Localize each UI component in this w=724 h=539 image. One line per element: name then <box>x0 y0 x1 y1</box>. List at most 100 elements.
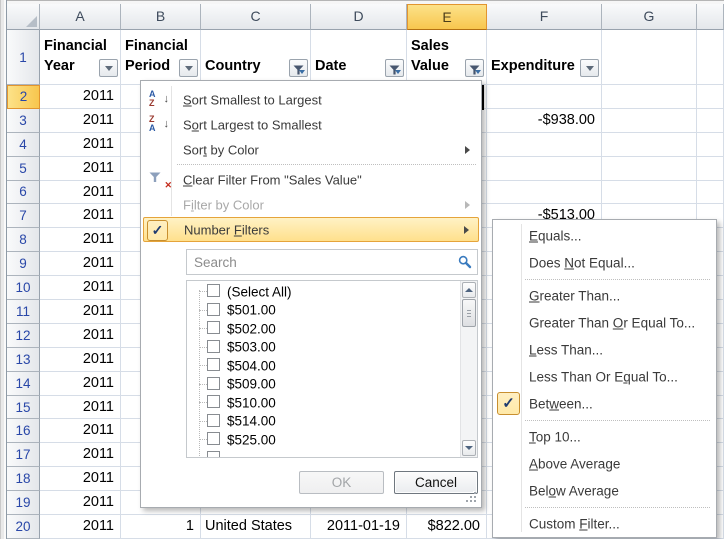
header-cell-g[interactable] <box>602 30 697 85</box>
filter-funnel-button[interactable] <box>385 59 404 77</box>
checkbox-icon[interactable] <box>207 358 220 371</box>
submenu-item-equals[interactable]: Equals... <box>495 222 714 249</box>
filter-dropdown-button[interactable] <box>580 59 599 77</box>
cell-D20[interactable]: 2011-01-19 <box>311 515 407 539</box>
cell-A16[interactable]: 2011 <box>40 419 121 443</box>
cell-F6[interactable] <box>487 181 602 205</box>
filter-dropdown-button[interactable] <box>179 59 198 77</box>
checkbox-icon[interactable] <box>207 321 220 334</box>
row-header-7[interactable]: 7 <box>7 204 40 228</box>
cell-A5[interactable]: 2011 <box>40 157 121 181</box>
header-cell-e[interactable]: SalesValue <box>407 30 487 85</box>
cell-A20[interactable]: 2011 <box>40 515 121 539</box>
cell-A3[interactable]: 2011 <box>40 109 121 133</box>
cell-A15[interactable]: 2011 <box>40 396 121 420</box>
cell-A17[interactable]: 2011 <box>40 443 121 467</box>
submenu-item-top-10[interactable]: Top 10... <box>495 423 714 450</box>
list-item-509-00[interactable]: $509.00 <box>187 375 460 394</box>
submenu-item-less-than-or-equal-to[interactable]: Less Than Or Equal To... <box>495 363 714 390</box>
cell-A9[interactable]: 2011 <box>40 252 121 276</box>
checkbox-icon[interactable] <box>207 303 220 316</box>
cell-G6[interactable] <box>602 181 697 205</box>
list-item-510-00[interactable]: $510.00 <box>187 393 460 412</box>
scrollbar-down-button[interactable] <box>462 440 476 456</box>
list-item-514-00[interactable]: $514.00 <box>187 412 460 431</box>
list-item-504-00[interactable]: $504.00 <box>187 356 460 375</box>
cell-A4[interactable]: 2011 <box>40 133 121 157</box>
cell-A8[interactable]: 2011 <box>40 228 121 252</box>
header-cell-a[interactable]: FinancialYear <box>40 30 121 85</box>
row-header-19[interactable]: 19 <box>7 491 40 515</box>
resize-grip-icon[interactable] <box>466 492 478 504</box>
row-header-16[interactable]: 16 <box>7 419 40 443</box>
column-header-e[interactable]: E <box>407 4 487 30</box>
list-item-502-00[interactable]: $502.00 <box>187 319 460 338</box>
checkbox-icon[interactable] <box>207 395 220 408</box>
column-header-g[interactable]: G <box>602 4 697 30</box>
row-header-10[interactable]: 10 <box>7 276 40 300</box>
row-header-18[interactable]: 18 <box>7 467 40 491</box>
list-item-501-00[interactable]: $501.00 <box>187 301 460 320</box>
cell-G3[interactable] <box>602 109 697 133</box>
column-header-partial[interactable] <box>697 4 724 30</box>
header-cell-h[interactable] <box>697 30 724 85</box>
filter-funnel-button[interactable] <box>289 59 308 77</box>
cell-A11[interactable]: 2011 <box>40 300 121 324</box>
row-header-4[interactable]: 4 <box>7 133 40 157</box>
row-header-1[interactable]: 1 <box>7 30 40 85</box>
list-item-525-00[interactable]: $525.00 <box>187 430 460 449</box>
row-header-3[interactable]: 3 <box>7 109 40 133</box>
column-header-d[interactable]: D <box>311 4 407 30</box>
header-cell-b[interactable]: FinancialPeriod <box>121 30 201 85</box>
scrollbar-thumb[interactable] <box>462 299 476 327</box>
column-header-f[interactable]: F <box>487 4 602 30</box>
menu-item-sort-largest-to-smallest[interactable]: ZA↓Sort Largest to Smallest <box>143 112 479 137</box>
cell-H4[interactable] <box>697 133 724 157</box>
select-all-corner[interactable] <box>7 4 40 30</box>
column-header-c[interactable]: C <box>201 4 311 30</box>
cell-C20[interactable]: United States <box>201 515 311 539</box>
cell-A19[interactable]: 2011 <box>40 491 121 515</box>
column-header-a[interactable]: A <box>40 4 121 30</box>
cell-F5[interactable] <box>487 157 602 181</box>
cell-A13[interactable]: 2011 <box>40 348 121 372</box>
cell-H5[interactable] <box>697 157 724 181</box>
cell-H6[interactable] <box>697 181 724 205</box>
submenu-item-custom-filter[interactable]: Custom Filter... <box>495 510 714 537</box>
cell-F2[interactable] <box>487 85 602 109</box>
cell-G4[interactable] <box>602 133 697 157</box>
row-header-14[interactable]: 14 <box>7 372 40 396</box>
filter-dropdown-button[interactable] <box>99 59 118 77</box>
scrollbar[interactable] <box>460 281 477 457</box>
scrollbar-up-button[interactable] <box>462 282 476 298</box>
search-input[interactable] <box>187 250 456 274</box>
menu-item-number-filters[interactable]: ✓Number Filters <box>143 217 479 242</box>
row-header-15[interactable]: 15 <box>7 396 40 420</box>
menu-item-filter-by-color[interactable]: Filter by Color <box>143 192 479 217</box>
cell-A10[interactable]: 2011 <box>40 276 121 300</box>
row-header-12[interactable]: 12 <box>7 324 40 348</box>
cell-H2[interactable] <box>697 85 724 109</box>
cell-F3[interactable]: -$938.00 <box>487 109 602 133</box>
checkbox-icon[interactable] <box>207 340 220 353</box>
submenu-item-greater-than-or-equal-to[interactable]: Greater Than Or Equal To... <box>495 309 714 336</box>
cell-F4[interactable] <box>487 133 602 157</box>
row-header-6[interactable]: 6 <box>7 181 40 205</box>
cell-A14[interactable]: 2011 <box>40 372 121 396</box>
checkbox-icon[interactable] <box>207 451 220 458</box>
row-header-20[interactable]: 20 <box>7 515 40 539</box>
cell-B20[interactable]: 1 <box>121 515 201 539</box>
cell-E20[interactable]: $822.00 <box>407 515 487 539</box>
submenu-item-greater-than[interactable]: Greater Than... <box>495 282 714 309</box>
menu-item-sort-smallest-to-largest[interactable]: AZ↓Sort Smallest to Largest <box>143 87 479 112</box>
menu-item-sort-by-color[interactable]: Sort by Color <box>143 137 479 162</box>
submenu-item-above-average[interactable]: Above Average <box>495 450 714 477</box>
checkbox-icon[interactable] <box>207 432 220 445</box>
submenu-item-between[interactable]: ✓Between... <box>495 390 714 417</box>
row-header-13[interactable]: 13 <box>7 348 40 372</box>
submenu-item-below-average[interactable]: Below Average <box>495 477 714 504</box>
list-item-503-00[interactable]: $503.00 <box>187 338 460 357</box>
list-item-select-all[interactable]: (Select All) <box>187 282 460 301</box>
checkbox-icon[interactable] <box>207 377 220 390</box>
header-cell-c[interactable]: Country <box>201 30 311 85</box>
